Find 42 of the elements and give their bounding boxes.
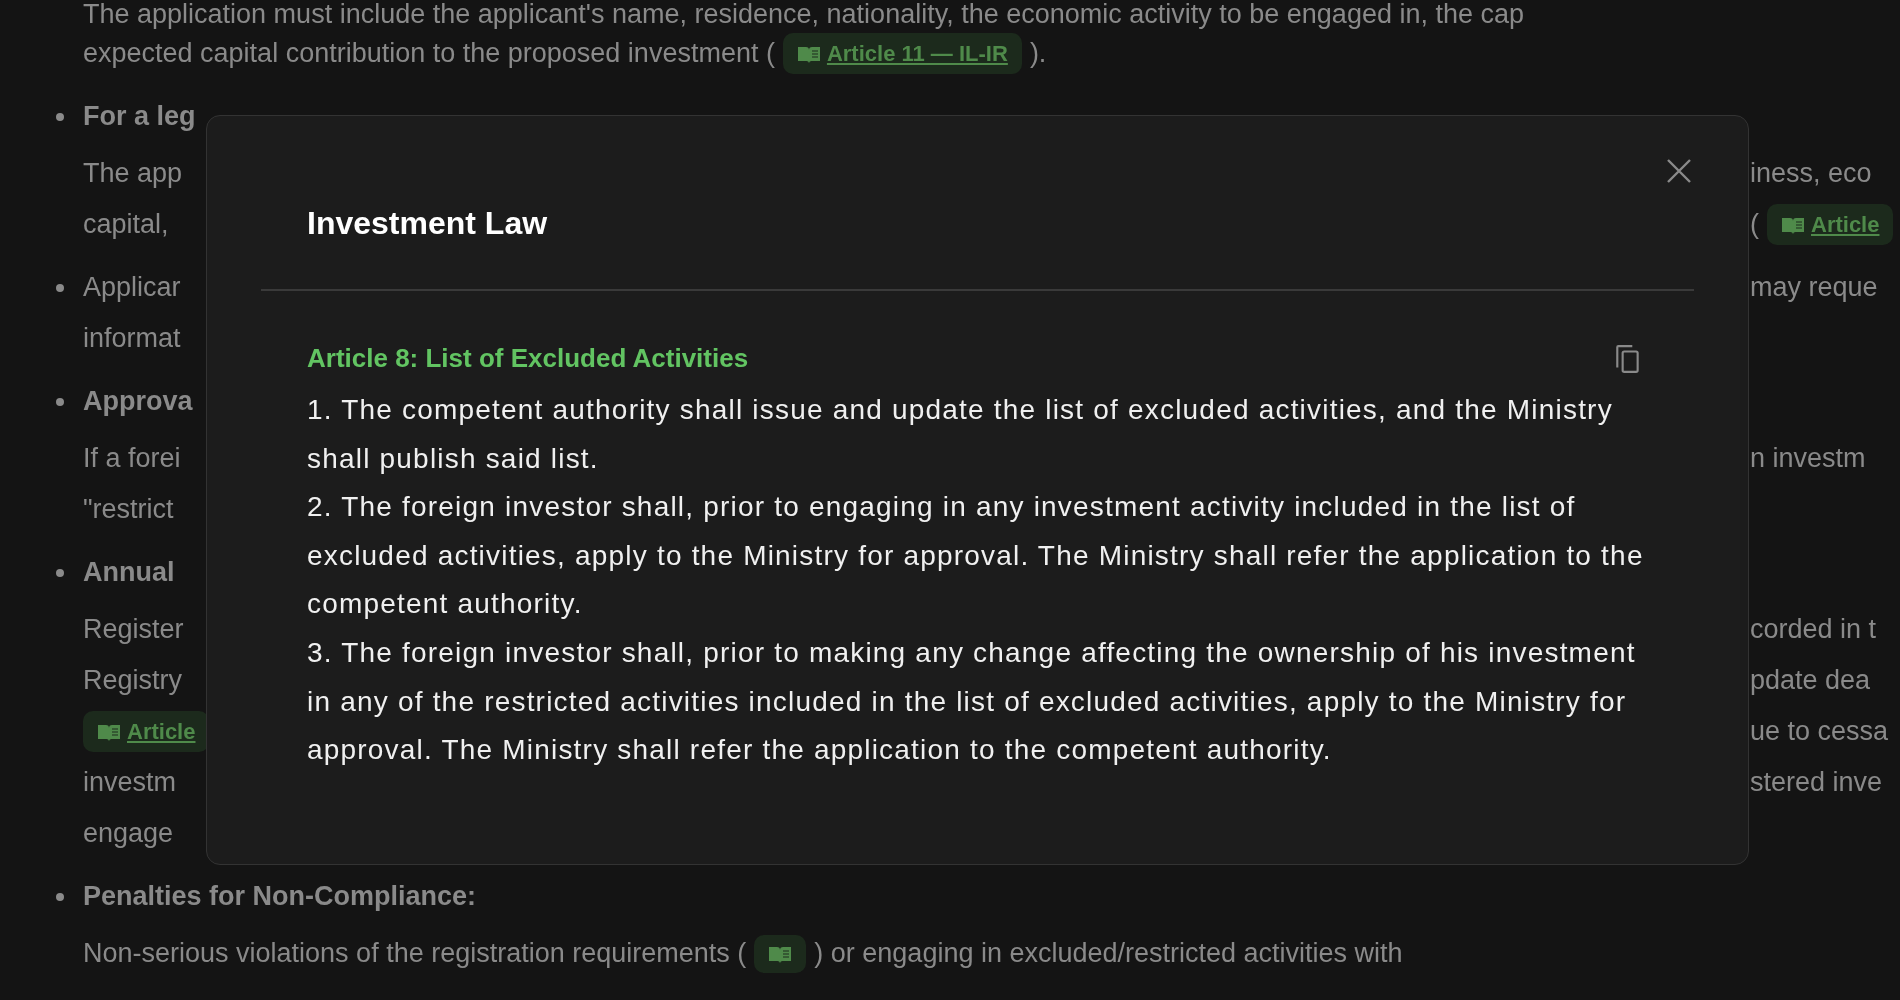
body-text: engage [83, 817, 174, 851]
body-text: "restrict [83, 493, 174, 527]
body-text: iness, eco [1750, 157, 1872, 191]
body-text: pdate dea [1750, 664, 1871, 698]
article-tag[interactable] [754, 934, 807, 973]
list-heading: Penalties for Non-Compliance: [83, 880, 477, 914]
bullet-icon [56, 892, 64, 901]
list-heading: For a leg [83, 100, 196, 134]
body-text: informat [83, 322, 181, 356]
body-text: Applicar [83, 271, 181, 305]
close-icon [1665, 157, 1693, 185]
article-paragraph: 3. The foreign investor shall, prior to making any change affecting the ownership of his investment in any of the restricted activities included in the list of excluded activities, apply to the Ministry for approval. The Ministry shall refer the application to the competent authority. [307, 635, 1637, 768]
body-text: ( [1750, 208, 1759, 242]
body-text: ue to cessa [1750, 715, 1889, 749]
list-heading: Approva [83, 385, 193, 419]
body-text: may reque [1750, 271, 1878, 305]
body-text: ). [1029, 37, 1047, 71]
body-text: The app [83, 157, 183, 191]
bullet-icon [56, 112, 64, 121]
article-tag[interactable]: Article 11 — IL-IR [782, 33, 1022, 74]
bullet-icon [56, 283, 64, 292]
body-text: expected capital contribution to the proposed investment ( [83, 37, 775, 71]
bullet-icon [56, 397, 64, 406]
article-paragraph: 1. The competent authority shall issue and update the list of excluded activities, and the Ministry shall publish said list. [307, 393, 1614, 476]
body-text: n investm [1750, 442, 1866, 476]
body-text: corded in t [1750, 613, 1877, 647]
body-text: If a forei [83, 442, 181, 476]
copy-icon [1615, 343, 1641, 374]
body-text: investm [83, 766, 177, 800]
body-text: capital, [83, 208, 169, 242]
body-text: The application must include the applicant's name, residence, nationality, the economic activity to be engaged in, the cap [83, 0, 1525, 31]
article-paragraph: 2. The foreign investor shall, prior to engaging in any investment activity included in the list of excluded activities, apply to the Ministry for approval. The Ministry shall refer the application to the competent authority. [307, 490, 1645, 622]
article-title: Article 8: List of Excluded Activities [307, 342, 749, 375]
body-text: stered inve [1750, 766, 1883, 800]
body-text: Register [83, 613, 184, 647]
bullet-icon [56, 568, 64, 577]
list-heading: Annual [83, 556, 175, 590]
body-text: ) or engaging in excluded/restricted activities with [814, 937, 1403, 971]
modal-title: Investment Law [307, 203, 548, 243]
body-text: Registry [83, 664, 183, 698]
article-tag[interactable]: Article [1767, 204, 1894, 245]
body-text: Non-serious violations of the registration requirements ( [83, 937, 747, 971]
